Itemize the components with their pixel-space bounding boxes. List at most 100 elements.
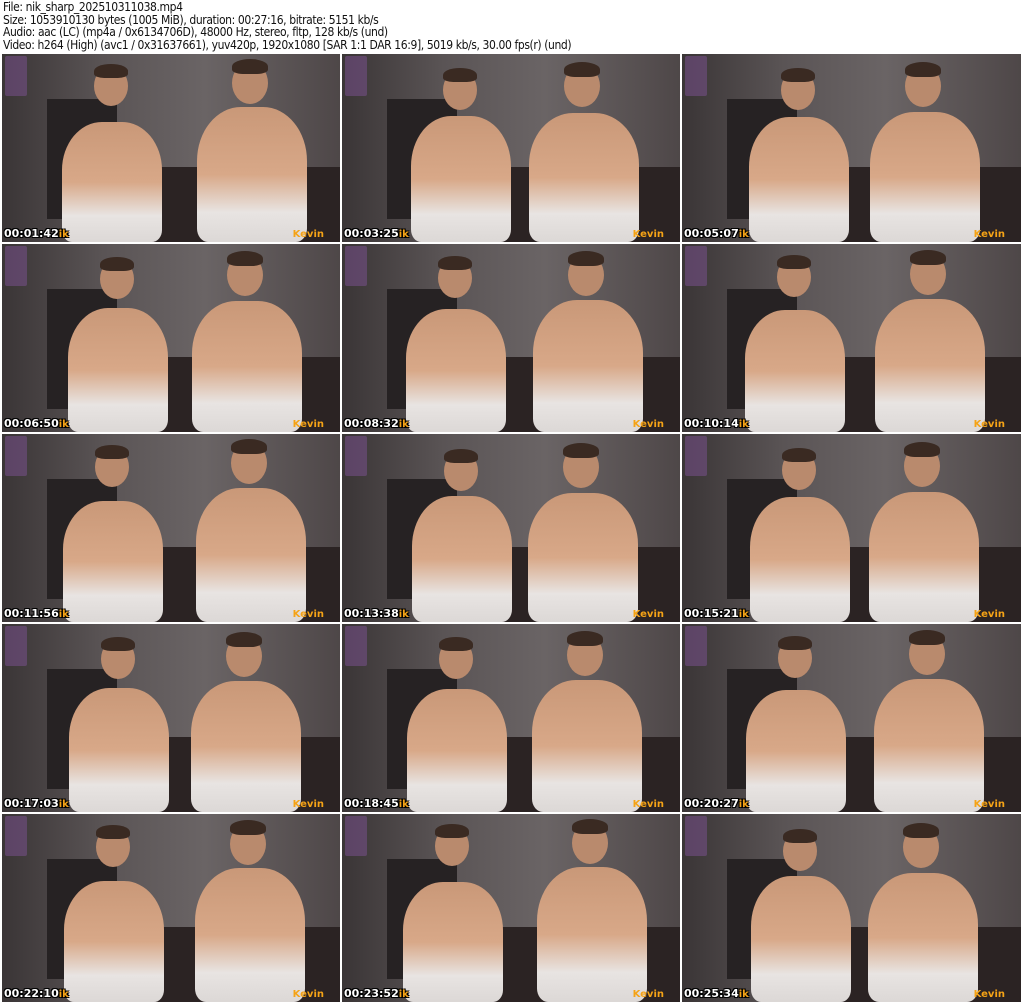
- person-right-hair: [571, 819, 608, 835]
- timestamp: 00:17:03ik: [4, 797, 69, 810]
- timestamp: 00:01:42ik: [4, 227, 69, 240]
- person-left-hair: [439, 636, 473, 651]
- name-label-right: Kevin: [973, 989, 1005, 1000]
- person-left-hair: [443, 448, 478, 463]
- video-thumbnail[interactable]: 00:17:03ik Kevin: [2, 624, 340, 812]
- video-thumbnail[interactable]: 00:25:34ik Kevin: [682, 814, 1021, 1002]
- audio-info: Audio: aac (LC) (mp4a / 0x6134706D), 480…: [3, 25, 388, 39]
- person-right-hair: [568, 250, 604, 266]
- person-left: [62, 122, 162, 242]
- person-right-hair: [563, 62, 600, 78]
- name-label-right: Kevin: [292, 229, 324, 240]
- timestamp: 00:23:52ik: [344, 987, 409, 1000]
- person-left: [750, 496, 850, 622]
- timestamp: 00:22:10ik: [4, 987, 69, 1000]
- video-thumbnail[interactable]: 00:10:14ik Kevin: [682, 244, 1021, 432]
- overlay-panel: [5, 56, 27, 96]
- person-left: [64, 880, 164, 1002]
- timestamp: 00:13:38ik: [344, 607, 409, 620]
- person-left-hair: [782, 448, 816, 462]
- person-left: [406, 309, 506, 432]
- timestamp: 00:11:56ik: [4, 607, 69, 620]
- video-thumbnail[interactable]: 00:11:56ik Kevin: [2, 434, 340, 622]
- person-left: [410, 116, 511, 242]
- timestamp: 00:10:14ik: [684, 417, 749, 430]
- video-thumbnail[interactable]: 00:08:32ik Kevin: [342, 244, 680, 432]
- name-label-left: ik: [58, 799, 69, 810]
- video-thumbnail[interactable]: 00:23:52ik Kevin: [342, 814, 680, 1002]
- person-left: [63, 501, 163, 622]
- video-thumbnail[interactable]: 00:06:50ik Kevin: [2, 244, 340, 432]
- video-thumbnail[interactable]: 00:20:27ik Kevin: [682, 624, 1021, 812]
- name-label-right: Kevin: [292, 609, 324, 620]
- person-right: [869, 492, 979, 622]
- video-thumbnail[interactable]: 00:13:38ik Kevin: [342, 434, 680, 622]
- person-right-hair: [226, 251, 263, 267]
- person-left: [411, 495, 512, 622]
- name-label-left: ik: [738, 609, 749, 620]
- file-info-header: File: nik_sharp_202510311038.mp4 Size: 1…: [3, 0, 572, 52]
- person-left: [67, 308, 168, 432]
- person-right-hair: [908, 630, 945, 646]
- overlay-panel: [5, 436, 27, 476]
- person-left-hair: [783, 828, 817, 843]
- timestamp: 00:25:34ik: [684, 987, 749, 1000]
- name-label-left: ik: [738, 989, 749, 1000]
- person-right: [533, 299, 643, 432]
- person-left: [402, 881, 503, 1002]
- person-right: [532, 680, 642, 812]
- name-label-right: Kevin: [292, 419, 324, 430]
- timestamp: 00:03:25ik: [344, 227, 409, 240]
- person-right-hair: [904, 442, 940, 458]
- overlay-panel: [345, 56, 367, 96]
- overlay-panel: [345, 246, 367, 286]
- name-label-left: ik: [58, 419, 69, 430]
- name-label-right: Kevin: [632, 229, 664, 240]
- name-label-right: Kevin: [292, 989, 324, 1000]
- person-left: [68, 687, 169, 812]
- name-label-right: Kevin: [973, 229, 1005, 240]
- name-label-left: ik: [398, 609, 409, 620]
- overlay-panel: [685, 436, 707, 476]
- person-left: [745, 689, 846, 812]
- person-right-hair: [905, 61, 941, 77]
- person-right: [868, 873, 978, 1002]
- person-left-hair: [100, 637, 135, 652]
- person-right: [874, 298, 985, 432]
- name-label-right: Kevin: [632, 609, 664, 620]
- name-label-right: Kevin: [973, 419, 1005, 430]
- name-label-left: ik: [58, 609, 69, 620]
- video-thumbnail[interactable]: 00:05:07ik Kevin: [682, 54, 1021, 242]
- person-left-hair: [781, 67, 815, 82]
- name-label-left: ik: [738, 419, 749, 430]
- video-thumbnail[interactable]: 00:03:25ik Kevin: [342, 54, 680, 242]
- person-right-hair: [562, 442, 599, 458]
- video-thumbnail[interactable]: 00:15:21ik Kevin: [682, 434, 1021, 622]
- timestamp: 00:05:07ik: [684, 227, 749, 240]
- timestamp: 00:18:45ik: [344, 797, 409, 810]
- timestamp: 00:20:27ik: [684, 797, 749, 810]
- name-label-left: ik: [58, 229, 69, 240]
- file-name: File: nik_sharp_202510311038.mp4: [3, 0, 183, 14]
- overlay-panel: [685, 816, 707, 856]
- name-label-right: Kevin: [632, 989, 664, 1000]
- name-label-left: ik: [398, 989, 409, 1000]
- person-right: [197, 107, 307, 242]
- overlay-panel: [685, 246, 707, 286]
- timestamp: 00:08:32ik: [344, 417, 409, 430]
- person-right-hair: [231, 439, 267, 455]
- overlay-panel: [5, 626, 27, 666]
- video-thumbnail[interactable]: 00:22:10ik Kevin: [2, 814, 340, 1002]
- thumbnail-grid: 00:01:42ik Kevin 00:03:25ik Kevin 00:05:…: [2, 54, 1021, 1002]
- person-right-hair: [567, 631, 603, 646]
- name-label-left: ik: [738, 799, 749, 810]
- video-thumbnail[interactable]: 00:18:45ik Kevin: [342, 624, 680, 812]
- overlay-panel: [5, 816, 27, 856]
- person-right: [527, 493, 638, 622]
- person-right: [873, 679, 984, 812]
- person-left-hair: [94, 64, 128, 78]
- overlay-panel: [345, 816, 367, 856]
- person-left-hair: [95, 444, 129, 459]
- video-info: Video: h264 (High) (avc1 / 0x31637661), …: [3, 37, 572, 52]
- video-thumbnail[interactable]: 00:01:42ik Kevin: [2, 54, 340, 242]
